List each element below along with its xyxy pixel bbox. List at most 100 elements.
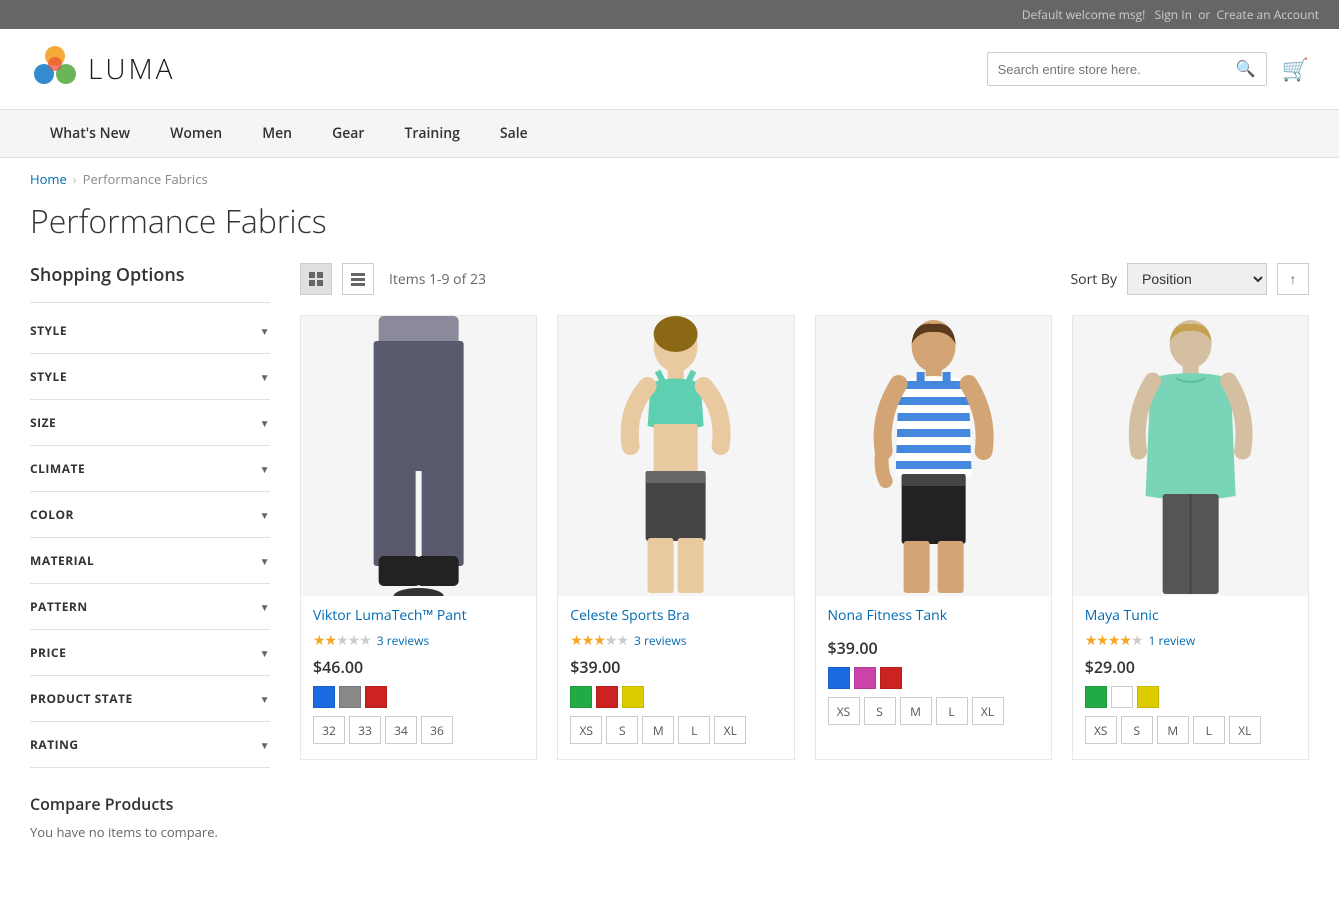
color-swatch-green-4[interactable]	[1085, 686, 1107, 708]
product-image-1	[301, 316, 536, 596]
size-swatch-s-2[interactable]: S	[606, 716, 638, 744]
grid-view-button[interactable]	[300, 263, 332, 295]
size-swatch-32[interactable]: 32	[313, 716, 345, 744]
nav-item-whats-new[interactable]: What's New	[30, 110, 150, 157]
size-swatch-xl-3[interactable]: XL	[972, 697, 1004, 725]
color-swatches-2	[570, 686, 781, 708]
search-button[interactable]: 🔍	[1236, 59, 1256, 79]
filter-header-size[interactable]: SIZE ▼	[30, 400, 270, 445]
product-grid: Viktor LumaTech™ Pant ★★★★★ 3 reviews $4…	[300, 315, 1309, 760]
signin-link[interactable]: Sign In	[1155, 6, 1192, 23]
size-swatch-s-4[interactable]: S	[1121, 716, 1153, 744]
color-swatch-green-2[interactable]	[570, 686, 592, 708]
filter-header-style-1[interactable]: STYLE ▼	[30, 308, 270, 353]
nav-item-training[interactable]: Training	[384, 110, 479, 157]
size-swatch-xl-4[interactable]: XL	[1229, 716, 1261, 744]
color-swatch-white-4[interactable]	[1111, 686, 1133, 708]
size-swatch-xl-2[interactable]: XL	[714, 716, 746, 744]
size-swatch-36[interactable]: 36	[421, 716, 453, 744]
sort-direction-button[interactable]: ↑	[1277, 263, 1309, 295]
size-swatch-xs-4[interactable]: XS	[1085, 716, 1117, 744]
reviews-link-2[interactable]: 3 reviews	[634, 632, 686, 649]
product-card-2: Celeste Sports Bra ★★★★★ 3 reviews $39.0…	[557, 315, 794, 760]
size-swatches-2: XS S M L XL	[570, 716, 781, 744]
sort-label: Sort By	[1070, 270, 1117, 289]
color-swatch-blue-1[interactable]	[313, 686, 335, 708]
color-swatch-yellow-2[interactable]	[622, 686, 644, 708]
sidebar: Shopping Options STYLE ▼ STYLE ▼ SIZE ▼ …	[30, 263, 270, 841]
color-swatches-3	[828, 667, 1039, 689]
cart-icon[interactable]: 🛒	[1282, 54, 1309, 84]
reviews-link-4[interactable]: 1 review	[1149, 632, 1196, 649]
size-swatch-m-4[interactable]: M	[1157, 716, 1189, 744]
size-swatch-l-3[interactable]: L	[936, 697, 968, 725]
stars-2: ★★★★★	[570, 631, 628, 650]
search-input[interactable]	[998, 62, 1236, 77]
filter-style-2: STYLE ▼	[30, 354, 270, 400]
filter-label-product-state: PRODUCT STATE	[30, 690, 133, 707]
list-view-button[interactable]	[342, 263, 374, 295]
page-title: Performance Fabrics	[0, 200, 1339, 263]
filter-price: PRICE ▼	[30, 630, 270, 676]
nav-item-women[interactable]: Women	[150, 110, 242, 157]
product-price-1: $46.00	[313, 656, 524, 678]
filter-header-product-state[interactable]: PRODUCT STATE ▼	[30, 676, 270, 721]
filter-header-rating[interactable]: RATING ▼	[30, 722, 270, 767]
create-account-link[interactable]: Create an Account	[1217, 6, 1319, 23]
breadcrumb-home[interactable]: Home	[30, 170, 67, 188]
compare-text: You have no items to compare.	[30, 823, 270, 841]
product-card-3: Nona Fitness Tank $39.00 XS S M L	[815, 315, 1052, 760]
products-area: Items 1-9 of 23 Sort By Position Product…	[300, 263, 1309, 841]
product-name-3[interactable]: Nona Fitness Tank	[828, 606, 1039, 625]
size-swatch-xs-3[interactable]: XS	[828, 697, 860, 725]
size-swatch-m-3[interactable]: M	[900, 697, 932, 725]
color-swatch-yellow-4[interactable]	[1137, 686, 1159, 708]
size-swatch-l-4[interactable]: L	[1193, 716, 1225, 744]
header: LUMA 🔍 🛒	[0, 29, 1339, 110]
filter-header-material[interactable]: MATERIAL ▼	[30, 538, 270, 583]
size-swatch-s-3[interactable]: S	[864, 697, 896, 725]
color-swatches-1	[313, 686, 524, 708]
color-swatch-pink-3[interactable]	[854, 667, 876, 689]
filter-header-color[interactable]: COLOR ▼	[30, 492, 270, 537]
items-count: Items 1-9 of 23	[389, 270, 486, 289]
size-swatch-xs-2[interactable]: XS	[570, 716, 602, 744]
size-swatch-l-2[interactable]: L	[678, 716, 710, 744]
chevron-rating-icon: ▼	[260, 738, 270, 752]
filter-header-pattern[interactable]: PATTERN ▼	[30, 584, 270, 629]
filter-header-price[interactable]: PRICE ▼	[30, 630, 270, 675]
chevron-color-icon: ▼	[260, 508, 270, 522]
product-figure-tunic	[1073, 316, 1308, 596]
nav-item-men[interactable]: Men	[242, 110, 312, 157]
top-bar: Default welcome msg! Sign In or Create a…	[0, 0, 1339, 29]
color-swatches-4	[1085, 686, 1296, 708]
size-swatch-33[interactable]: 33	[349, 716, 381, 744]
sort-select[interactable]: Position Product Name Price	[1127, 263, 1267, 295]
filter-header-climate[interactable]: CLIMATE ▼	[30, 446, 270, 491]
product-name-4[interactable]: Maya Tunic	[1085, 606, 1296, 625]
color-swatch-gray-1[interactable]	[339, 686, 361, 708]
toolbar-left: Items 1-9 of 23	[300, 263, 486, 295]
filter-label-pattern: PATTERN	[30, 598, 88, 615]
chevron-material-icon: ▼	[260, 554, 270, 568]
chevron-pattern-icon: ▼	[260, 600, 270, 614]
filter-header-style-2[interactable]: STYLE ▼	[30, 354, 270, 399]
color-swatch-red-2[interactable]	[596, 686, 618, 708]
size-swatch-m-2[interactable]: M	[642, 716, 674, 744]
size-swatch-34[interactable]: 34	[385, 716, 417, 744]
product-image-3	[816, 316, 1051, 596]
color-swatch-red-3[interactable]	[880, 667, 902, 689]
reviews-link-1[interactable]: 3 reviews	[377, 632, 429, 649]
color-swatch-blue-3[interactable]	[828, 667, 850, 689]
logo[interactable]: LUMA	[30, 44, 175, 94]
nav-item-sale[interactable]: Sale	[480, 110, 548, 157]
color-swatch-red-1[interactable]	[365, 686, 387, 708]
filter-label-price: PRICE	[30, 644, 66, 661]
search-box[interactable]: 🔍	[987, 52, 1267, 86]
product-name-1[interactable]: Viktor LumaTech™ Pant	[313, 606, 524, 625]
filter-pattern: PATTERN ▼	[30, 584, 270, 630]
grid-icon	[308, 271, 324, 287]
product-price-4: $29.00	[1085, 656, 1296, 678]
nav-item-gear[interactable]: Gear	[312, 110, 384, 157]
product-name-2[interactable]: Celeste Sports Bra	[570, 606, 781, 625]
